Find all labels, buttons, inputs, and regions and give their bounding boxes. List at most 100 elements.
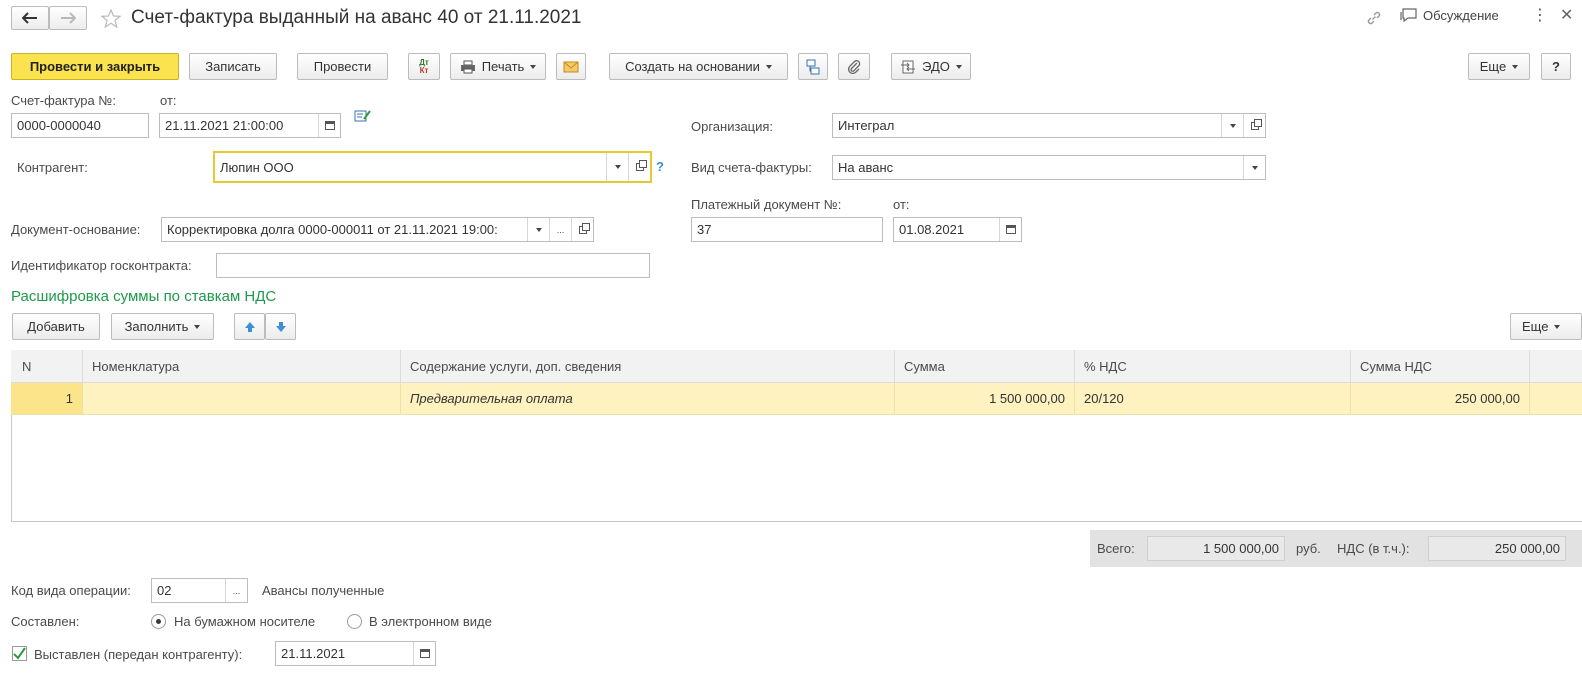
issued-label[interactable]: Выставлен (передан контрагенту): — [34, 647, 242, 663]
counterparty-open-button[interactable] — [628, 153, 650, 181]
add-row-label: Добавить — [27, 319, 85, 334]
move-down-button[interactable] — [265, 313, 296, 340]
arrow-up-icon — [244, 321, 255, 332]
help-mark-icon[interactable]: ? — [656, 159, 664, 174]
kt-label: Кт — [419, 65, 429, 75]
operation-code-select-button[interactable]: ... — [225, 579, 247, 602]
column-header-vat-sum[interactable]: Сумма НДС — [1351, 350, 1530, 383]
organization-dropdown-button[interactable] — [1221, 114, 1243, 137]
chevron-down-icon — [194, 324, 201, 329]
edo-button[interactable]: ЭДО — [891, 53, 971, 80]
favorite-star-icon[interactable] — [101, 9, 121, 28]
add-row-button[interactable]: Добавить — [12, 313, 100, 340]
envelope-icon — [563, 61, 579, 72]
structure-button[interactable] — [798, 53, 828, 80]
base-document-dropdown-button[interactable] — [527, 218, 549, 241]
vat-total-value: 250 000,00 — [1494, 541, 1560, 556]
gov-contract-label: Идентификатор госконтракта: — [11, 258, 192, 273]
column-header-n[interactable]: N — [11, 350, 83, 383]
paper-radio[interactable] — [151, 614, 166, 629]
chevron-down-icon — [765, 64, 772, 69]
table-row[interactable]: 1 Предварительная оплата 1 500 000,00 20… — [11, 383, 1582, 415]
cell-content[interactable]: Предварительная оплата — [401, 383, 895, 414]
table-more-button[interactable]: Еще — [1510, 313, 1582, 340]
column-header-item[interactable]: Номенклатура — [83, 350, 401, 383]
discussion-link[interactable]: Обсуждение — [1400, 8, 1499, 23]
link-icon[interactable] — [1365, 9, 1383, 27]
help-button[interactable]: ? — [1541, 53, 1571, 80]
currency-label: руб. — [1296, 541, 1321, 556]
operation-code-label: Код вида операции: — [11, 583, 131, 598]
post-and-close-label: Провести и закрыть — [29, 59, 161, 74]
operation-code-description: Авансы полученные — [262, 583, 385, 598]
calendar-button[interactable] — [318, 114, 340, 137]
payment-doc-number-value: 37 — [697, 222, 712, 237]
payment-doc-number-input[interactable]: 37 — [691, 217, 883, 242]
payment-doc-date-input[interactable]: 01.08.2021 — [893, 217, 1022, 242]
cell-vat-sum[interactable]: 250 000,00 — [1351, 383, 1530, 414]
base-document-input[interactable]: Корректировка долга 0000-000011 от 21.11… — [161, 217, 594, 242]
cell-item[interactable] — [83, 383, 401, 414]
cell-vat-rate[interactable]: 20/120 — [1075, 383, 1351, 414]
chevron-down-icon — [535, 227, 542, 232]
paper-radio-label[interactable]: На бумажном носителе — [174, 614, 315, 630]
invoice-number-label: Счет-фактура №: — [11, 93, 116, 108]
column-header-sum[interactable]: Сумма — [895, 350, 1075, 383]
print-button[interactable]: Печать — [450, 53, 546, 80]
counterparty-label: Контрагент: — [17, 160, 88, 175]
create-based-on-button[interactable]: Создать на основании — [609, 53, 788, 80]
invoice-date-label: от: — [160, 93, 177, 108]
payment-doc-label: Платежный документ №: — [691, 197, 842, 212]
invoice-date-value: 21.11.2021 21:00:00 — [165, 118, 284, 133]
email-button[interactable] — [556, 53, 586, 80]
base-document-label: Документ-основание: — [11, 222, 141, 237]
move-up-button[interactable] — [234, 313, 265, 340]
calendar-icon — [1005, 225, 1016, 234]
gov-contract-input[interactable] — [216, 253, 650, 278]
chevron-down-icon — [1512, 64, 1519, 69]
calendar-button[interactable] — [413, 642, 435, 665]
invoice-date-input[interactable]: 21.11.2021 21:00:00 — [159, 113, 341, 138]
create-based-on-label: Создать на основании — [625, 59, 760, 74]
column-header-vat-rate[interactable]: % НДС — [1075, 350, 1351, 383]
invoice-number-input[interactable]: 0000-0000040 — [11, 113, 149, 138]
electronic-radio[interactable] — [347, 614, 362, 629]
edit-number-icon[interactable] — [354, 108, 372, 124]
back-button[interactable] — [11, 6, 49, 30]
more-button[interactable]: Еще — [1468, 53, 1530, 80]
open-item-icon — [1250, 118, 1262, 130]
cell-sum[interactable]: 1 500 000,00 — [895, 383, 1075, 414]
calendar-button[interactable] — [999, 218, 1021, 241]
issued-date-value: 21.11.2021 — [281, 646, 346, 661]
invoice-kind-dropdown-button[interactable] — [1243, 156, 1265, 179]
issued-date-input[interactable]: 21.11.2021 — [275, 641, 436, 666]
base-document-open-button[interactable] — [571, 218, 593, 241]
column-header-content[interactable]: Содержание услуги, доп. сведения — [401, 350, 895, 383]
electronic-radio-label[interactable]: В электронном виде — [369, 614, 492, 630]
counterparty-value: Люпин ООО — [220, 159, 294, 175]
post-button[interactable]: Провести — [297, 53, 388, 80]
issued-checkbox[interactable] — [12, 646, 27, 661]
counterparty-dropdown-button[interactable] — [606, 153, 628, 181]
open-item-icon — [578, 222, 590, 234]
base-document-select-button[interactable]: ... — [549, 218, 571, 241]
operation-code-input[interactable]: 02 ... — [151, 578, 248, 603]
dt-kt-button[interactable]: Дт Кт — [408, 53, 440, 80]
close-icon[interactable]: ✕ — [1560, 6, 1573, 26]
organization-input[interactable]: Интеграл — [832, 113, 1266, 138]
post-and-close-button[interactable]: Провести и закрыть — [11, 53, 179, 80]
fill-button[interactable]: Заполнить — [111, 313, 214, 340]
chevron-down-icon — [530, 64, 537, 69]
attach-button[interactable] — [838, 53, 870, 80]
save-button[interactable]: Записать — [189, 53, 277, 80]
cell-n[interactable]: 1 — [11, 383, 83, 414]
invoice-kind-select[interactable]: На аванс — [832, 155, 1266, 180]
counterparty-input[interactable]: Люпин ООО — [213, 151, 652, 183]
organization-open-button[interactable] — [1243, 114, 1265, 137]
chat-icon — [1400, 8, 1417, 23]
organization-label: Организация: — [691, 119, 774, 134]
invoice-kind-label: Вид счета-фактуры: — [691, 160, 812, 175]
forward-button[interactable] — [49, 6, 87, 30]
more-menu-icon[interactable]: ⋮ — [1532, 6, 1548, 26]
paperclip-icon — [847, 59, 861, 74]
